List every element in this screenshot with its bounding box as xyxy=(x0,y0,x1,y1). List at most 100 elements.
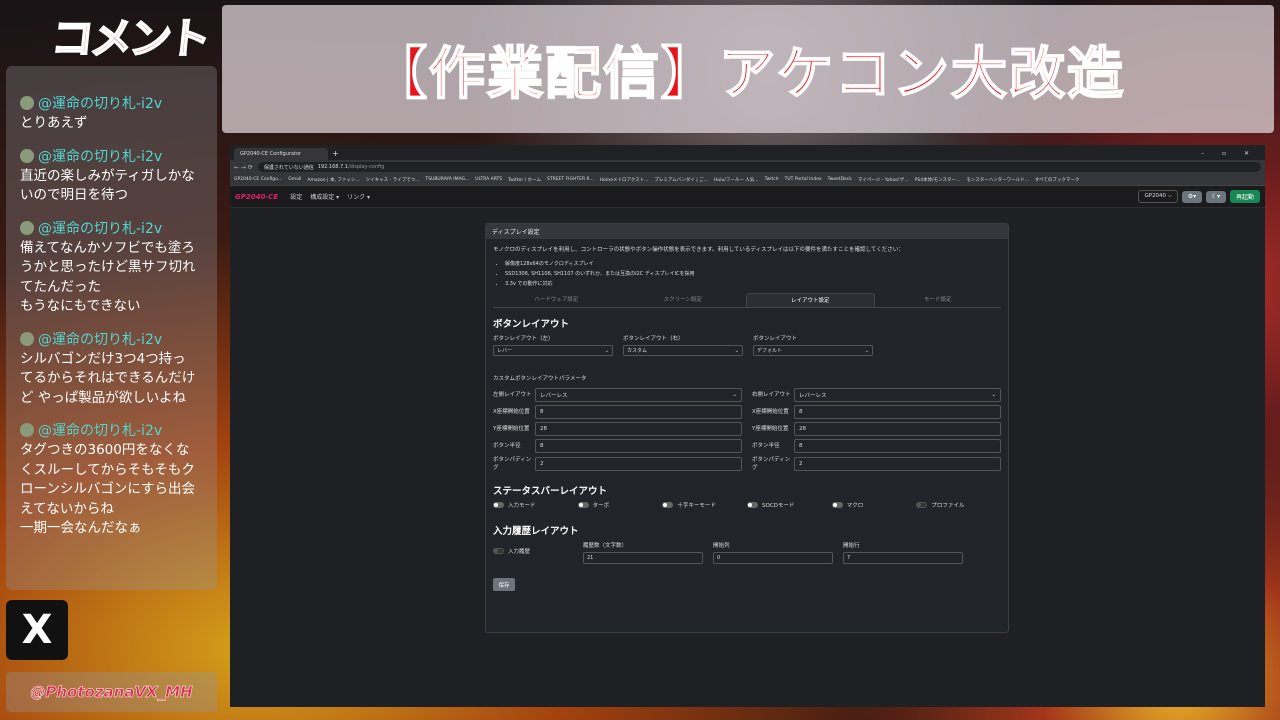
history-count-input[interactable]: 21 xyxy=(583,552,703,564)
toggle-switch[interactable] xyxy=(916,502,928,508)
param-select[interactable]: レバーレス ⌄ xyxy=(535,388,742,402)
bookmark-item[interactable]: TUT Portal Index xyxy=(785,177,822,182)
chat-username: @運命の切り札-i2v xyxy=(38,331,163,348)
bookmark-item[interactable]: PS4本体/モンスター... xyxy=(915,177,961,183)
param-input[interactable]: 8 xyxy=(794,405,1001,419)
toggle-label: 入力モード xyxy=(508,503,536,509)
bookmark-item[interactable]: Homeメトロアクスト... xyxy=(600,177,649,183)
bookmark-item[interactable]: TSUBURAYA IMAG... xyxy=(425,177,469,182)
bookmark-item[interactable]: すべてのブックマーク xyxy=(1035,177,1080,183)
address-bar: ← → ⟳ 保護されていない通信 192.168.7.1/display-con… xyxy=(230,160,1265,174)
bookmark-item[interactable]: Gmail xyxy=(288,177,301,182)
chat-user: @運命の切り札-i2v xyxy=(20,145,203,167)
nav-buttons[interactable]: ← → ⟳ xyxy=(234,164,253,171)
save-button[interactable]: 保存 xyxy=(493,578,515,591)
requirement-item: 3.3v での動作に対応 xyxy=(505,279,1001,289)
bookmark-item[interactable]: Hulu/フールー 人気... xyxy=(714,177,759,183)
chevron-down-icon: ⌄ xyxy=(734,347,739,354)
bookmark-item[interactable]: プレミアムバンダイ | ご... xyxy=(654,177,708,183)
chat-message: @運命の切り札-i2v 備えてなんかソフビでも塗ろ うかと思ったけど黒サフ切れ て… xyxy=(20,217,203,317)
display-settings-card: ディスプレイ設定 モノクロのディスプレイを利用し、コントローラの状態やボタン操作… xyxy=(485,223,1009,633)
requirement-item: SSD1306, SH1106, SH1107 のいずれか、または互換のI2C … xyxy=(505,269,1001,279)
toggle-switch[interactable] xyxy=(493,502,504,508)
layout-right-select[interactable]: カスタム ⌄ xyxy=(623,345,743,356)
param-label: X座標開始位置 xyxy=(752,409,789,415)
x-logo-icon: X xyxy=(6,600,68,660)
start-col-input[interactable]: 0 xyxy=(713,552,833,564)
chat-username: @運命の切り札-i2v xyxy=(38,220,163,237)
bookmark-item[interactable]: ツイキャス - ライブでつ... xyxy=(366,177,420,183)
statusbar-toggle[interactable]: マクロ xyxy=(831,501,917,509)
bookmark-item[interactable]: モンスターハンターワールド... xyxy=(966,177,1029,183)
statusbar-toggle[interactable]: SOCDモード xyxy=(747,501,832,509)
bookmark-item[interactable]: Amazon | 本, ファッシ... xyxy=(307,177,359,183)
param-select[interactable]: レバーレス ⌄ xyxy=(794,388,1001,402)
stream-title-banner: 【作業配信】アケコン大改造 xyxy=(222,5,1274,133)
nav-settings[interactable]: 設定 xyxy=(290,192,302,201)
param-input[interactable]: 28 xyxy=(794,422,1001,436)
bookmark-item[interactable]: TweetDeck xyxy=(828,177,852,182)
statusbar-toggle[interactable]: プロファイル xyxy=(916,501,1001,509)
bookmarks-bar: GP2040-CE Configu... Gmail Amazon | 本, ファッ… xyxy=(230,174,1265,186)
window-controls[interactable]: – ▫ ✕ xyxy=(1201,150,1265,160)
toggle-switch[interactable] xyxy=(831,502,843,508)
param-input[interactable]: 8 xyxy=(794,439,1001,453)
select-value: レバーレス xyxy=(799,393,827,399)
chat-user: @運命の切り札-i2v xyxy=(20,217,203,239)
toggle-label: SOCDモード xyxy=(762,503,795,509)
brand-logo[interactable]: GP2040-CE xyxy=(235,193,278,201)
statusbar-toggle[interactable]: ターボ xyxy=(577,501,663,509)
nav-config[interactable]: 構成設定 ▾ xyxy=(310,192,339,201)
param-input[interactable]: 2 xyxy=(794,457,1001,471)
toggle-switch[interactable] xyxy=(662,502,674,508)
settings-tabs: ハードウェア設定 スクリーン設定 レイアウト設定 モード設定 xyxy=(493,293,1001,308)
stream-comment-logo: コメント xyxy=(48,13,211,64)
gear-icon[interactable]: ⚙▾ xyxy=(1181,190,1202,203)
nav-links[interactable]: リンク ▾ xyxy=(347,192,370,201)
param-row: Y座標開始位置 28 xyxy=(752,422,1001,436)
avatar xyxy=(20,331,34,346)
param-input[interactable]: 2 xyxy=(535,457,742,471)
param-row: ボタンパディング 2 xyxy=(493,456,742,472)
toggle-label: 十字キーモード xyxy=(677,503,716,509)
board-select[interactable]: GP2040 ⌵ xyxy=(1138,190,1178,203)
layout-left-select[interactable]: レバー ⌄ xyxy=(493,345,613,356)
bookmark-item[interactable]: ULTRA ARTS xyxy=(475,177,502,182)
toggle-switch[interactable] xyxy=(577,502,589,508)
toggle-label: プロファイル xyxy=(931,503,965,509)
security-label: 保護されていない通信 xyxy=(263,164,314,171)
url-field[interactable]: 保護されていない通信 192.168.7.1/display-config xyxy=(257,162,1261,172)
history-title: 入力履歴レイアウト xyxy=(493,526,579,537)
tab-layout[interactable]: レイアウト設定 xyxy=(746,293,875,307)
browser-window: GP2040-CE Configurator + – ▫ ✕ ← → ⟳ 保護さ… xyxy=(230,145,1265,707)
layout-select[interactable]: デフォルト ⌄ xyxy=(753,345,873,356)
start-row-input[interactable]: 7 xyxy=(843,552,963,564)
statusbar-toggle[interactable]: 十字キーモード xyxy=(662,501,747,509)
stream-handle: @PhotozanaVX_MH xyxy=(6,672,217,712)
param-input[interactable]: 8 xyxy=(535,439,742,453)
param-input[interactable]: 8 xyxy=(535,405,742,419)
toggle-switch[interactable] xyxy=(747,502,759,508)
bookmark-item[interactable]: STREET FIGHTER 6... xyxy=(547,177,594,182)
browser-tab[interactable]: GP2040-CE Configurator xyxy=(234,148,328,160)
new-tab-icon[interactable]: + xyxy=(332,149,339,160)
chat-username: @運命の切り札-i2v xyxy=(38,423,163,439)
reboot-button[interactable]: 再起動 xyxy=(1229,190,1260,203)
tab-screen[interactable]: スクリーン設定 xyxy=(620,293,747,307)
param-row: ボタンパディング 2 xyxy=(752,456,1001,472)
tab-hardware[interactable]: ハードウェア設定 xyxy=(493,293,620,307)
param-input[interactable]: 28 xyxy=(535,422,742,436)
moon-icon[interactable]: ☾▾ xyxy=(1205,190,1226,203)
chat-message: @運命の切り札-i2v タグつきの3600円をなくな くスルーしてからそもそもク … xyxy=(20,419,203,539)
bookmark-item[interactable]: Twitch xyxy=(765,177,779,182)
tab-mode[interactable]: モード設定 xyxy=(875,293,1002,307)
bookmark-item[interactable]: Twitter / ホーム xyxy=(508,177,541,183)
bookmark-item[interactable]: マイページ - Yahoo!ゲ... xyxy=(858,177,909,183)
param-row: Y座標開始位置 28 xyxy=(493,422,742,436)
history-checkbox[interactable]: 入力履歴 xyxy=(493,547,573,558)
bookmark-item[interactable]: GP2040-CE Configu... xyxy=(234,177,282,182)
statusbar-toggle[interactable]: 入力モード xyxy=(493,501,578,509)
statusbar-title: ステータスバーレイアウト xyxy=(493,486,608,497)
history-toggle[interactable] xyxy=(493,548,504,554)
chevron-down-icon: ⌄ xyxy=(991,392,996,398)
